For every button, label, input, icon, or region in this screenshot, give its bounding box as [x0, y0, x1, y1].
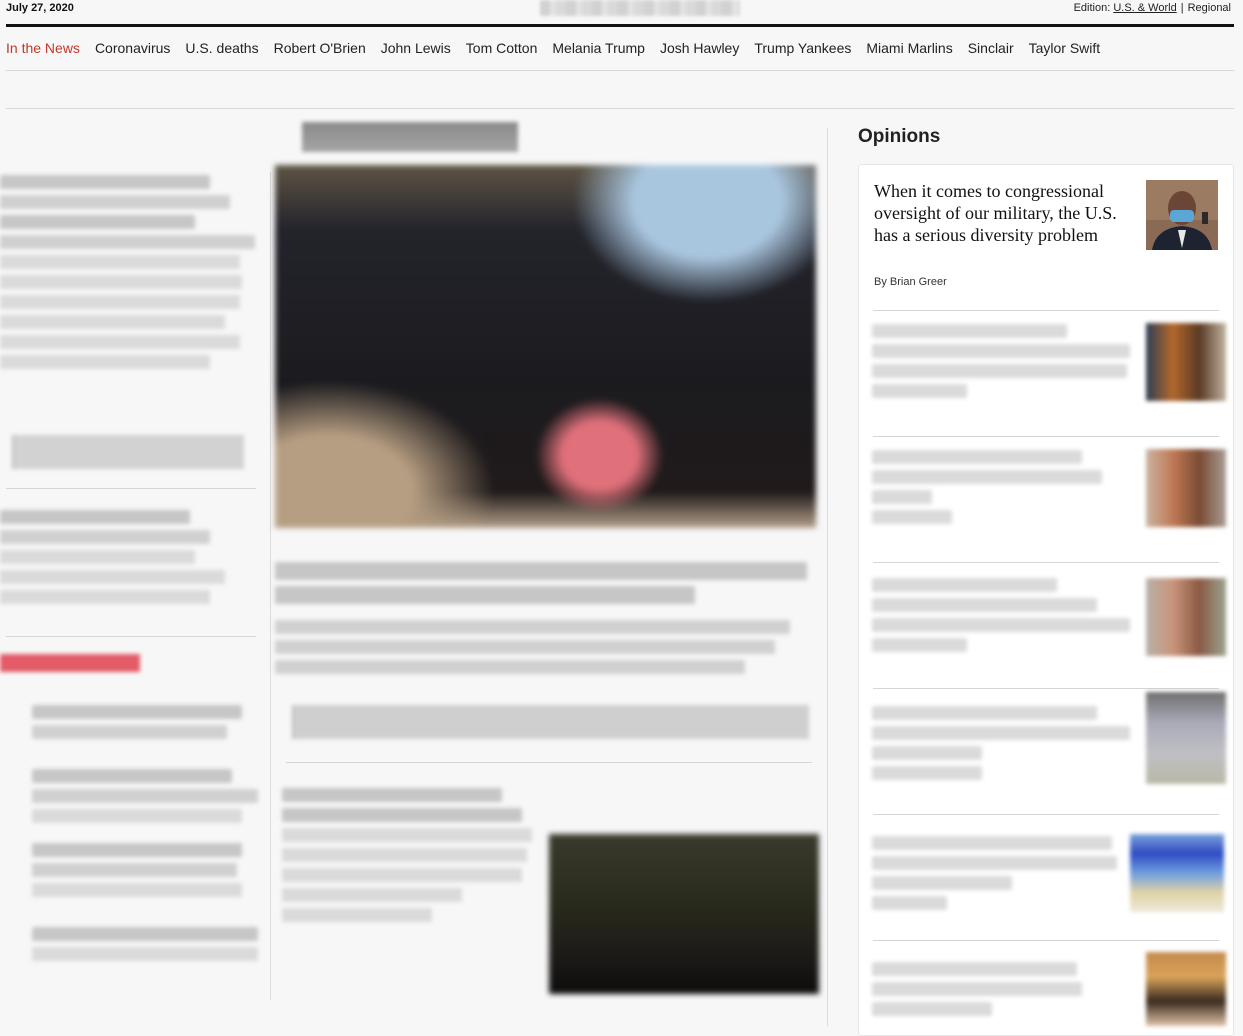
opinions-section-title[interactable]: Opinions	[858, 126, 940, 148]
header-rule	[6, 24, 1234, 27]
opinion-item-3-photo[interactable]	[1146, 449, 1226, 527]
edition-switcher: Edition: U.S. & World | Regional	[1074, 2, 1231, 14]
nav-item-coronavirus[interactable]: Coronavirus	[95, 40, 170, 56]
opinion-divider-6	[873, 940, 1219, 941]
opinion-item-4[interactable]	[872, 578, 1130, 658]
opinion-divider-4	[873, 688, 1219, 689]
section-divider	[6, 108, 1234, 109]
opinion-item-2[interactable]	[872, 324, 1130, 404]
opinion-item-3[interactable]	[872, 450, 1102, 530]
nav-item-tom-cotton[interactable]: Tom Cotton	[466, 40, 538, 56]
left-divider-1	[6, 488, 256, 489]
opinion-item-7[interactable]	[872, 962, 1082, 1022]
masthead-logo[interactable]	[540, 0, 740, 16]
opinion-divider-5	[873, 814, 1219, 815]
opinion-featured-headline[interactable]: When it comes to congressional oversight…	[874, 180, 1129, 246]
left-story-1-related[interactable]	[12, 435, 244, 469]
opinion-item-5[interactable]	[872, 706, 1130, 786]
opinion-featured-photo[interactable]	[1146, 180, 1218, 250]
center-story-2-photo[interactable]	[549, 834, 819, 994]
edition-regional-link[interactable]: Regional	[1188, 2, 1231, 14]
left-live-label	[0, 654, 140, 672]
center-kicker[interactable]	[302, 122, 518, 152]
nav-item-taylor-swift[interactable]: Taylor Swift	[1029, 40, 1101, 56]
edition-separator: |	[1180, 2, 1184, 14]
opinion-divider-2	[873, 436, 1219, 437]
date-label: July 27, 2020	[6, 2, 74, 14]
trending-nav: In the News Coronavirus U.S. deaths Robe…	[6, 40, 1115, 56]
nav-item-josh-hawley[interactable]: Josh Hawley	[660, 40, 739, 56]
nav-item-melania-trump[interactable]: Melania Trump	[552, 40, 645, 56]
nav-item-sinclair[interactable]: Sinclair	[968, 40, 1014, 56]
nav-divider	[6, 70, 1234, 71]
opinion-divider-1	[873, 310, 1219, 311]
opinion-divider-3	[873, 562, 1219, 563]
lead-story-related[interactable]	[292, 705, 809, 739]
opinion-item-2-photo[interactable]	[1146, 323, 1226, 401]
nav-item-trump-yankees[interactable]: Trump Yankees	[754, 40, 851, 56]
edition-label: Edition:	[1073, 2, 1111, 14]
author-photo-image	[1146, 180, 1218, 250]
edition-us-world-link[interactable]: U.S. & World	[1113, 2, 1176, 14]
center-column-rule	[827, 128, 828, 1026]
center-story-2[interactable]	[282, 788, 532, 928]
nav-item-john-lewis[interactable]: John Lewis	[381, 40, 451, 56]
left-divider-2	[6, 636, 256, 637]
left-column-rule	[270, 172, 271, 1000]
opinion-item-7-photo[interactable]	[1146, 952, 1226, 1026]
nav-item-in-the-news[interactable]: In the News	[6, 40, 80, 56]
nav-item-us-deaths[interactable]: U.S. deaths	[185, 40, 258, 56]
lead-story-photo[interactable]	[275, 165, 816, 528]
nav-item-robert-obrien[interactable]: Robert O'Brien	[274, 40, 366, 56]
left-story-list[interactable]	[32, 705, 258, 967]
opinion-item-6-photo[interactable]	[1130, 834, 1224, 912]
center-divider	[286, 762, 812, 763]
left-story-2[interactable]	[0, 510, 230, 610]
opinion-item-5-photo[interactable]	[1146, 692, 1226, 784]
left-story-1[interactable]	[0, 175, 258, 375]
nav-item-miami-marlins[interactable]: Miami Marlins	[866, 40, 952, 56]
opinion-item-4-photo[interactable]	[1146, 578, 1226, 656]
opinion-featured-byline[interactable]: By Brian Greer	[874, 276, 947, 288]
lead-story-headline[interactable]	[275, 562, 807, 680]
opinion-item-6[interactable]	[872, 836, 1117, 916]
